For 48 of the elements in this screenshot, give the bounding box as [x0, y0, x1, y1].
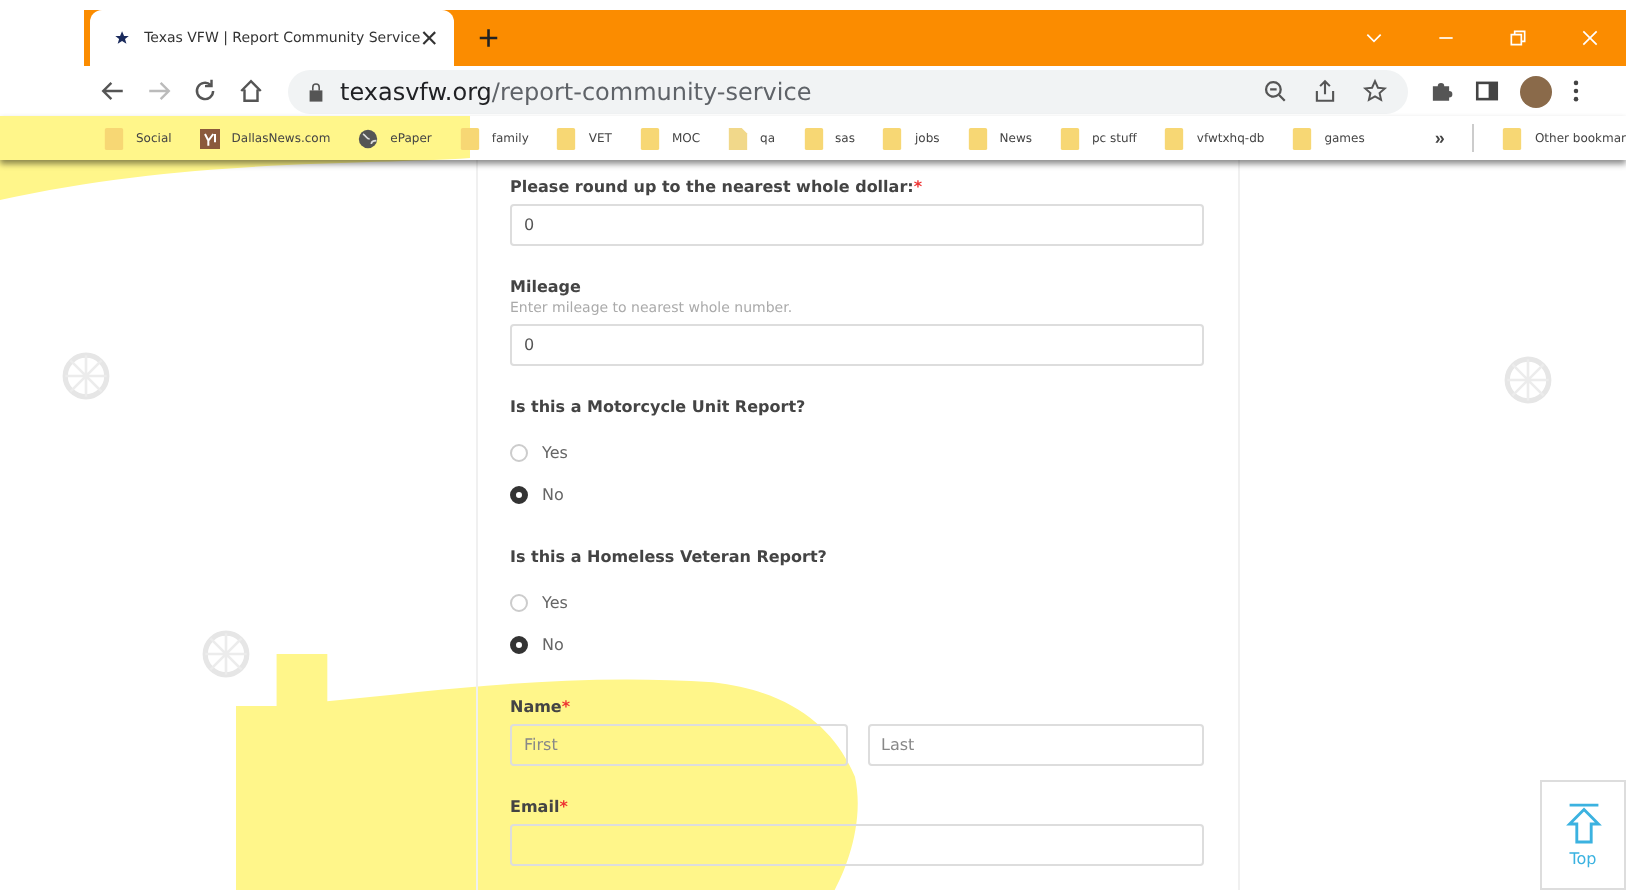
new-tab-button[interactable]: +	[470, 20, 508, 56]
folder-icon	[556, 127, 577, 149]
puzzle-icon[interactable]	[1428, 78, 1454, 104]
home-icon[interactable]	[238, 78, 264, 104]
input-field[interactable]	[510, 824, 1204, 866]
emblem-icon	[60, 350, 112, 402]
radio-button[interactable]	[510, 636, 528, 654]
input-field[interactable]: 0	[510, 324, 1204, 366]
bookmark-star-icon[interactable]	[1362, 78, 1388, 104]
folder-icon	[967, 127, 988, 149]
field-label: Email*	[510, 798, 570, 816]
emblem-icon	[200, 628, 252, 680]
option-label: No	[542, 486, 564, 504]
folder-icon	[1502, 127, 1523, 149]
folder-icon	[1292, 127, 1313, 149]
back-arrow-icon[interactable]	[100, 78, 126, 104]
input-field[interactable]: Last	[867, 724, 1204, 766]
folder-icon	[1059, 127, 1080, 149]
side-panel-icon[interactable]	[1474, 78, 1500, 104]
folder-icon	[882, 127, 903, 149]
question-label: Is this a Homeless Veteran Report?	[510, 548, 829, 566]
arrow-up-icon	[1565, 802, 1601, 846]
radio-button[interactable]	[510, 486, 528, 504]
document-icon	[728, 127, 749, 149]
folder-icon	[1164, 127, 1185, 149]
field-label: Please round up to the nearest whole dollar:*	[510, 178, 925, 196]
option-label: Yes	[542, 444, 568, 462]
option-label: Yes	[542, 594, 568, 612]
field-label: Mileage	[510, 278, 583, 296]
address-bar[interactable]: texasvfw.org/report-community-service	[288, 69, 1408, 113]
input-field[interactable]: 0	[510, 204, 1204, 246]
field-label: Name*	[510, 698, 573, 716]
more-bookmarks-button[interactable]: »	[1434, 128, 1445, 148]
share-icon[interactable]	[1312, 78, 1338, 104]
profile-avatar[interactable]	[1520, 75, 1552, 107]
globe-icon	[358, 127, 379, 149]
folder-icon	[803, 127, 824, 149]
reload-icon[interactable]	[192, 78, 218, 104]
question-label: Is this a Motorcycle Unit Report?	[510, 398, 808, 416]
lock-icon	[308, 81, 324, 101]
folder-icon	[639, 127, 660, 149]
url-text: texasvfw.org/report-community-service	[340, 77, 812, 105]
menu-icon[interactable]	[1572, 78, 1580, 104]
emblem-icon	[1502, 354, 1554, 406]
option-label: No	[542, 636, 564, 654]
zoom-out-icon[interactable]	[1262, 78, 1288, 104]
close-tab-button[interactable]: ×	[420, 23, 438, 53]
input-field[interactable]: First	[510, 724, 847, 766]
